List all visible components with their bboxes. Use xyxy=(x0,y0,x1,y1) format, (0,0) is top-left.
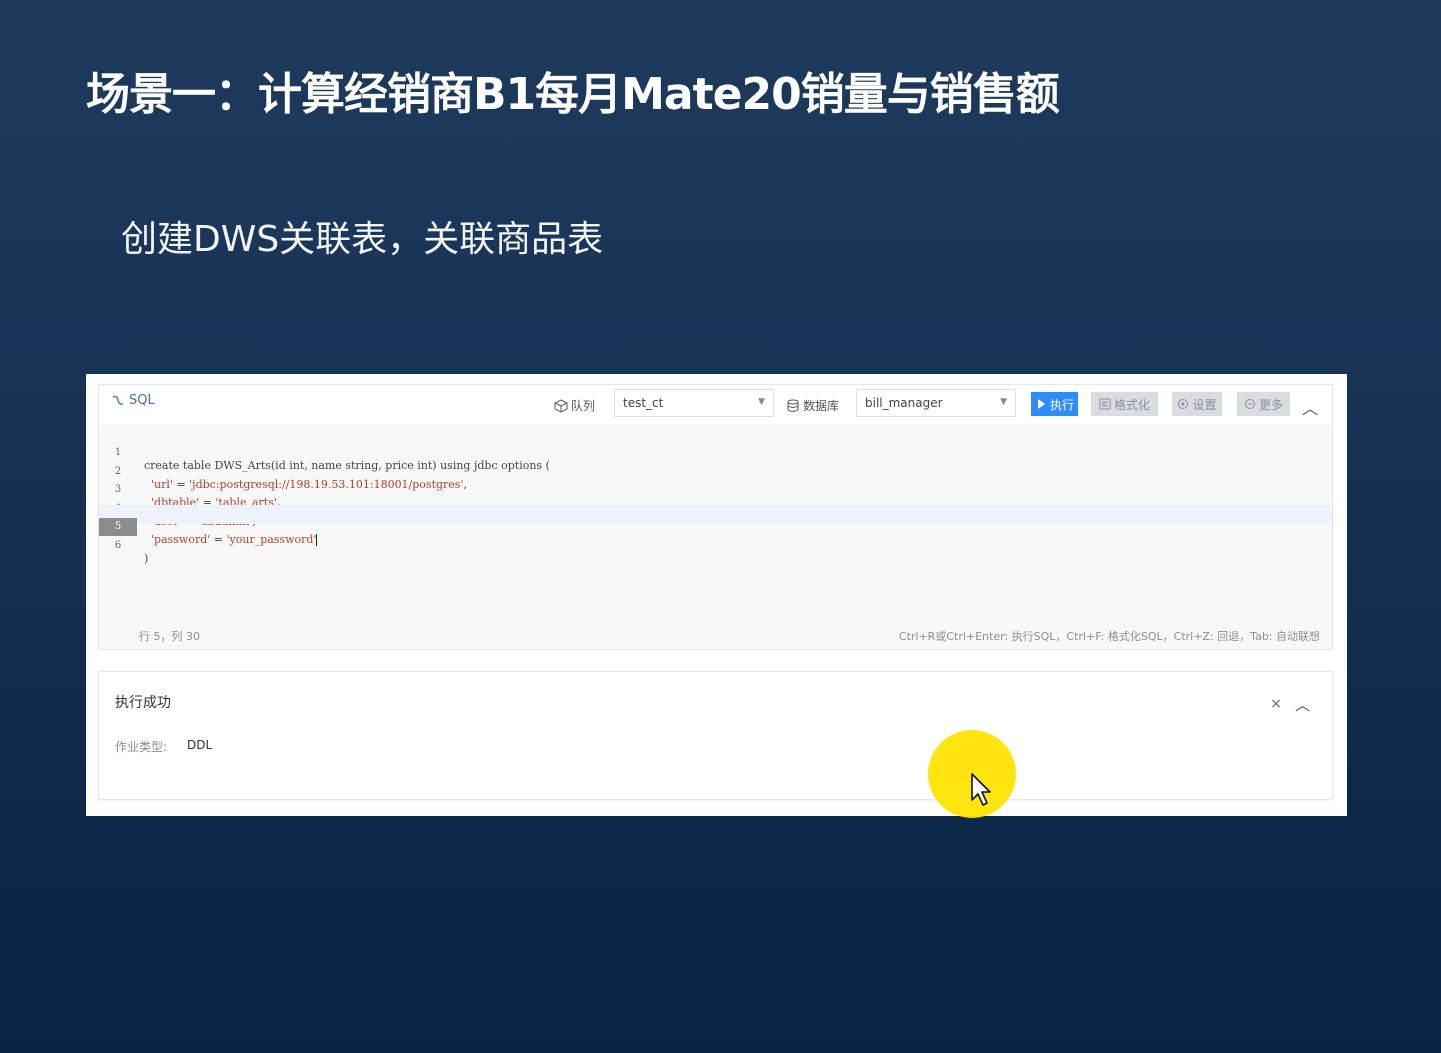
slide-subtitle: 创建DWS关联表，关联商品表 xyxy=(121,219,604,260)
chevron-up-icon[interactable]: ︿ xyxy=(1295,694,1310,715)
job-type-row: 作业类型: DDL xyxy=(115,738,212,755)
database-icon xyxy=(787,399,799,412)
mouse-pointer-icon xyxy=(971,773,991,806)
database-label: 数据库 xyxy=(786,397,839,414)
cube-icon xyxy=(554,398,568,413)
format-button[interactable]: 格式化 xyxy=(1091,392,1158,416)
play-icon xyxy=(1037,399,1045,409)
job-type-label: 作业类型: xyxy=(115,740,168,754)
queue-label: 队列 xyxy=(554,397,595,414)
code-line: 6 ) xyxy=(114,539,149,565)
chevron-up-icon[interactable]: ︿ xyxy=(1302,395,1318,419)
more-icon xyxy=(1244,399,1255,409)
sql-icon xyxy=(112,395,124,405)
job-type-value: DDL xyxy=(187,738,213,752)
result-panel: 执行成功 × ︿ 作业类型: DDL xyxy=(98,671,1333,800)
settings-button[interactable]: 设置 xyxy=(1172,392,1222,416)
run-button[interactable]: 执行 xyxy=(1031,392,1078,416)
code-line: 4 'user' = 'dbadmin', xyxy=(99,487,1332,528)
gear-icon xyxy=(1178,399,1189,409)
sql-tab-label: SQL xyxy=(129,393,155,408)
editor-toolbar: SQL 队列 test_ct ▼ 数据库 bill_manager ▼ 执行 格… xyxy=(99,385,1332,425)
format-icon xyxy=(1099,398,1111,410)
code-line-active: 5 'password' = 'your_password' xyxy=(99,505,1332,546)
sql-editor-screenshot: SQL 队列 test_ct ▼ 数据库 bill_manager ▼ 执行 格… xyxy=(86,374,1347,816)
sql-editor-panel: SQL 队列 test_ct ▼ 数据库 bill_manager ▼ 执行 格… xyxy=(98,384,1333,650)
more-button[interactable]: 更多 xyxy=(1237,392,1290,416)
editor-statusbar: 行 5，列 30 Ctrl+R或Ctrl+Enter: 执行SQL，Ctrl+F… xyxy=(99,625,1332,645)
code-line: 3 'dbtable' = 'table_arts', xyxy=(114,484,281,509)
sql-tab[interactable]: SQL xyxy=(111,393,155,408)
code-line: 2 'url' = 'jdbc:postgresql://198.19.53.1… xyxy=(114,465,467,491)
close-icon[interactable]: × xyxy=(1270,696,1282,712)
database-select[interactable]: bill_manager ▼ xyxy=(856,389,1016,417)
code-line: 1 create table DWS_Arts(id int, name str… xyxy=(114,447,550,472)
slide-title: 场景一：计算经销商B1每月Mate20销量与销售额 xyxy=(86,69,1060,120)
chevron-down-icon: ▼ xyxy=(1000,397,1007,407)
result-status: 执行成功 xyxy=(115,695,171,711)
shortcut-hint: Ctrl+R或Ctrl+Enter: 执行SQL，Ctrl+F: 格式化SQL，… xyxy=(898,630,1320,643)
code-area[interactable]: 1 create table DWS_Arts(id int, name str… xyxy=(99,431,1332,565)
chevron-down-icon: ▼ xyxy=(758,397,765,407)
queue-select[interactable]: test_ct ▼ xyxy=(614,389,774,417)
cursor-position: 行 5，列 30 xyxy=(139,630,200,643)
